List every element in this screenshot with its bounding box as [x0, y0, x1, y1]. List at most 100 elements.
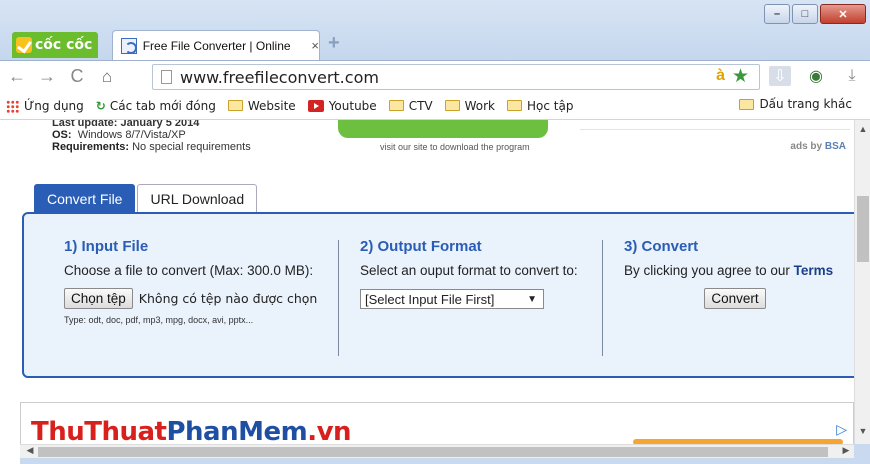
scroll-right-icon[interactable]: ▶	[838, 445, 854, 456]
bookmark-star-icon[interactable]: ★	[732, 65, 749, 88]
download-banner-button[interactable]	[338, 120, 548, 138]
terms-link[interactable]: Terms	[794, 263, 834, 278]
last-update: Last update: January 5 2014	[52, 120, 200, 129]
new-tab-icon[interactable]: +	[328, 32, 340, 55]
bookmark-label: Học tập	[527, 98, 574, 113]
download-icon[interactable]: ⤓	[840, 65, 864, 87]
url-text[interactable]: www.freefileconvert.com	[180, 68, 379, 87]
folder-icon	[739, 98, 755, 110]
close-tab-icon[interactable]: ×	[311, 38, 319, 53]
advertisement[interactable]: ThuThuatPhanMem.vn ▷	[20, 402, 854, 444]
recent-tabs-label: Các tab mới đóng	[109, 98, 216, 113]
program-info: Last update: January 5 2014 OS: Windows …	[52, 120, 251, 153]
column-divider	[338, 240, 339, 356]
ads-by: ads by BSA	[790, 141, 846, 152]
output-format-section: 2) Output Format Select an ouput format …	[360, 238, 578, 309]
scroll-up-icon[interactable]: ▲	[855, 124, 870, 134]
tab-title: Free File Converter | Online	[142, 38, 291, 53]
column-divider	[602, 240, 603, 356]
forward-icon[interactable]: →	[34, 66, 60, 87]
horizontal-scrollbar[interactable]: ◀ ▶	[20, 444, 854, 458]
browser-tab[interactable]: Free File Converter | Online ×	[112, 30, 320, 60]
convert-button-wrap: Convert	[624, 288, 846, 309]
convert-desc-prefix: By clicking you agree to our	[624, 263, 794, 278]
visit-text: visit our site to download the program	[380, 142, 530, 152]
converter-panel: 1) Input File Choose a file to convert (…	[22, 212, 854, 378]
coccoc-logo[interactable]: cốc cốc	[12, 32, 99, 58]
toolbar-right: ⇩ ◉ ⤓	[768, 65, 864, 87]
other-bookmarks[interactable]: Dấu trang khác	[739, 97, 852, 111]
folder-icon	[388, 100, 404, 111]
output-format-desc: Select an ouput format to convert to:	[360, 263, 578, 278]
bookmark-recent-tabs[interactable]: ↻ Các tab mới đóng	[96, 99, 216, 113]
converter-tabs: Convert File URL Download	[34, 184, 259, 212]
address-bar[interactable]: www.freefileconvert.com à ★	[152, 64, 760, 90]
bookmark-label: CTV	[408, 98, 433, 113]
page-left-margin	[0, 120, 20, 464]
scroll-down-icon[interactable]: ▼	[855, 426, 870, 436]
ad-logo-part3: .vn	[307, 417, 352, 444]
output-format-select[interactable]: [Select Input File First] ▼	[360, 289, 544, 309]
download-box-icon[interactable]: ⇩	[768, 65, 792, 87]
req-value: No special requirements	[132, 141, 251, 153]
window-controls: – □ ✕	[764, 4, 866, 24]
translate-icon[interactable]: à	[716, 67, 725, 85]
minimize-button[interactable]: –	[764, 4, 790, 24]
bookmark-hoc-tap[interactable]: Học tập	[507, 99, 573, 113]
other-bookmarks-label: Dấu trang khác	[759, 97, 852, 111]
output-format-title: 2) Output Format	[360, 238, 482, 255]
apps-grid-icon	[6, 100, 19, 113]
dropdown-arrow-icon: ▼	[527, 293, 537, 305]
ad-logo-part1: ThuThuat	[31, 417, 167, 444]
reload-icon[interactable]: C	[64, 66, 90, 87]
convert-section: 3) Convert By clicking you agree to our …	[624, 238, 846, 309]
bookmark-youtube[interactable]: Youtube	[307, 99, 377, 113]
select-value: [Select Input File First]	[365, 291, 495, 307]
folder-icon	[444, 100, 460, 111]
bookmark-label: Website	[247, 98, 296, 113]
bookmark-label: Work	[464, 98, 495, 113]
requirements-line: Requirements: No special requirements	[52, 141, 251, 153]
bookmark-ctv[interactable]: CTV	[388, 98, 433, 113]
youtube-icon	[307, 99, 324, 112]
page-icon	[161, 70, 172, 84]
tab-convert-file[interactable]: Convert File	[34, 184, 136, 212]
logo-text: cốc cốc	[35, 37, 93, 53]
horizontal-scroll-thumb[interactable]	[38, 447, 828, 457]
bookmarks-bar: Ứng dụng ↻ Các tab mới đóng Website Youtu…	[0, 92, 870, 120]
os-line: OS: Windows 8/7/Vista/XP	[52, 129, 251, 141]
ads-brand[interactable]: BSA	[825, 141, 846, 152]
no-file-label: Không có tệp nào được chọn	[138, 291, 318, 306]
req-label: Requirements:	[52, 141, 130, 153]
tab-url-download[interactable]: URL Download	[137, 184, 258, 212]
input-file-section: 1) Input File Choose a file to convert (…	[64, 238, 317, 325]
ad-logo-part2: PhanMem	[166, 417, 308, 444]
file-picker: Chọn tệp Không có tệp nào được chọn	[64, 288, 317, 309]
convert-button[interactable]: Convert	[704, 288, 766, 309]
extension-icon[interactable]: ◉	[804, 65, 828, 87]
home-icon[interactable]: ⌂	[94, 67, 120, 87]
scroll-left-icon[interactable]: ◀	[22, 445, 38, 456]
bookmark-work[interactable]: Work	[444, 98, 495, 113]
maximize-button[interactable]: □	[792, 4, 818, 24]
bookmark-website[interactable]: Website	[227, 98, 296, 113]
title-bar: cốc cốc Free File Converter | Online × +…	[0, 0, 870, 60]
divider	[580, 120, 850, 130]
page-content: Last update: January 5 2014 OS: Windows …	[20, 120, 854, 444]
ads-prefix: ads by	[790, 141, 825, 152]
file-types: Type: odt, doc, pdf, mp3, mpg, docx, avi…	[64, 315, 254, 325]
history-icon: ↻	[95, 98, 106, 113]
back-icon[interactable]: ←	[4, 66, 30, 87]
vertical-scrollbar[interactable]: ▲ ▼	[854, 120, 870, 444]
browser-toolbar: ← → C ⌂ www.freefileconvert.com à ★ ⇩ ◉ …	[0, 60, 870, 92]
input-file-desc: Choose a file to convert (Max: 300.0 MB)…	[64, 263, 314, 278]
bookmark-apps[interactable]: Ứng dụng	[24, 99, 84, 113]
adchoices-icon[interactable]: ▷	[836, 421, 847, 438]
ad-logo: ThuThuatPhanMem.vn	[31, 417, 352, 444]
close-window-button[interactable]: ✕	[820, 4, 866, 24]
convert-desc: By clicking you agree to our Terms	[624, 263, 846, 278]
vertical-scroll-thumb[interactable]	[857, 196, 869, 262]
favicon-icon	[121, 37, 137, 54]
folder-icon	[227, 100, 243, 111]
choose-file-button[interactable]: Chọn tệp	[64, 288, 133, 309]
